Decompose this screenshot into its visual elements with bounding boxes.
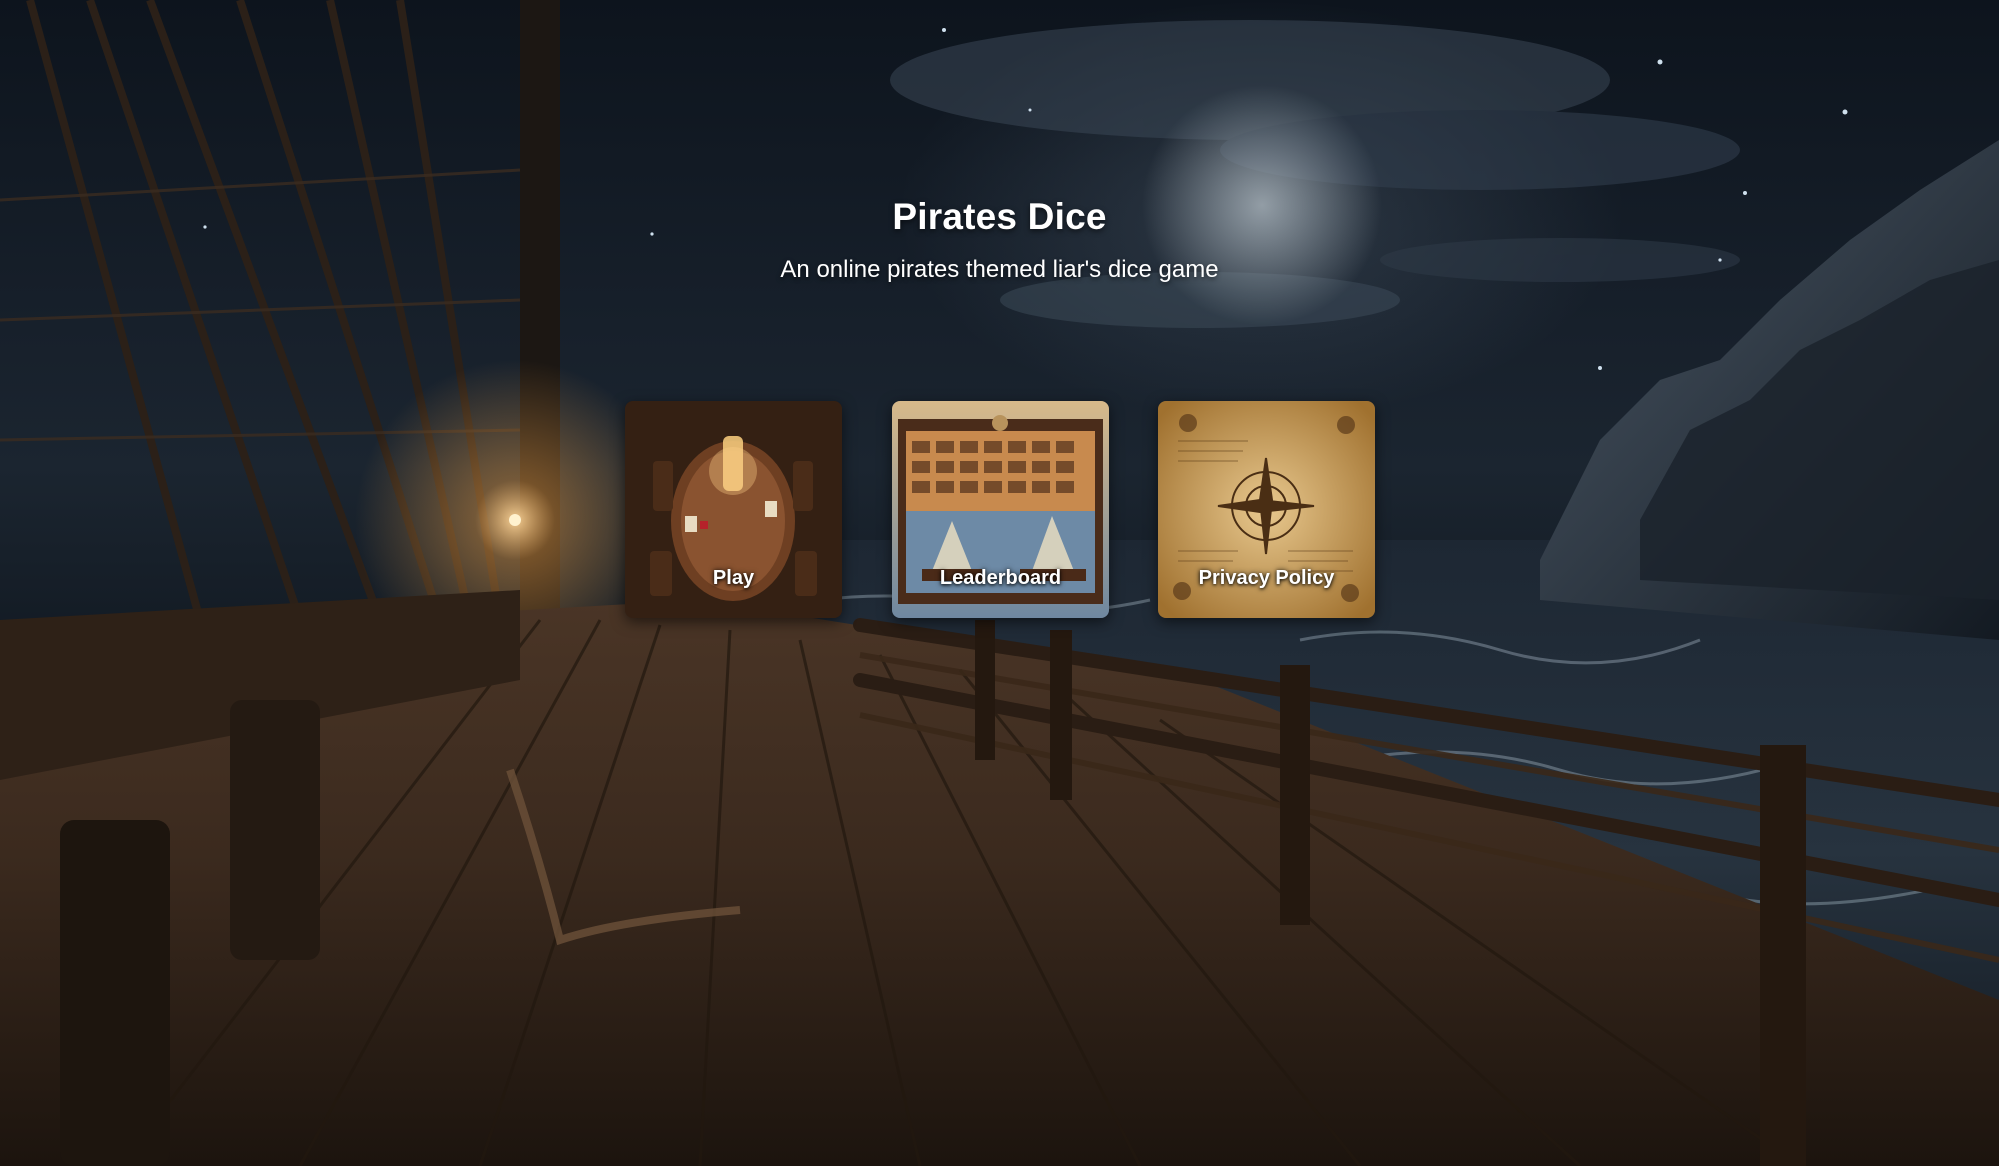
- play-label: Play: [712, 567, 755, 589]
- play-button[interactable]: Play: [625, 401, 842, 618]
- leaderboard-label: Leaderboard: [939, 567, 1062, 589]
- page-subtitle: An online pirates themed liar's dice gam…: [780, 256, 1219, 283]
- main-menu: Play Leaderboard Privacy Policy: [625, 401, 1375, 618]
- privacy-policy-button[interactable]: Privacy Policy: [1158, 401, 1375, 618]
- leaderboard-button[interactable]: Leaderboard: [892, 401, 1109, 618]
- page-title: Pirates Dice: [892, 196, 1107, 237]
- privacy-policy-label: Privacy Policy: [1198, 567, 1335, 589]
- pirate-ship-scene: Pirates Dice An online pirates themed li…: [0, 0, 1999, 1166]
